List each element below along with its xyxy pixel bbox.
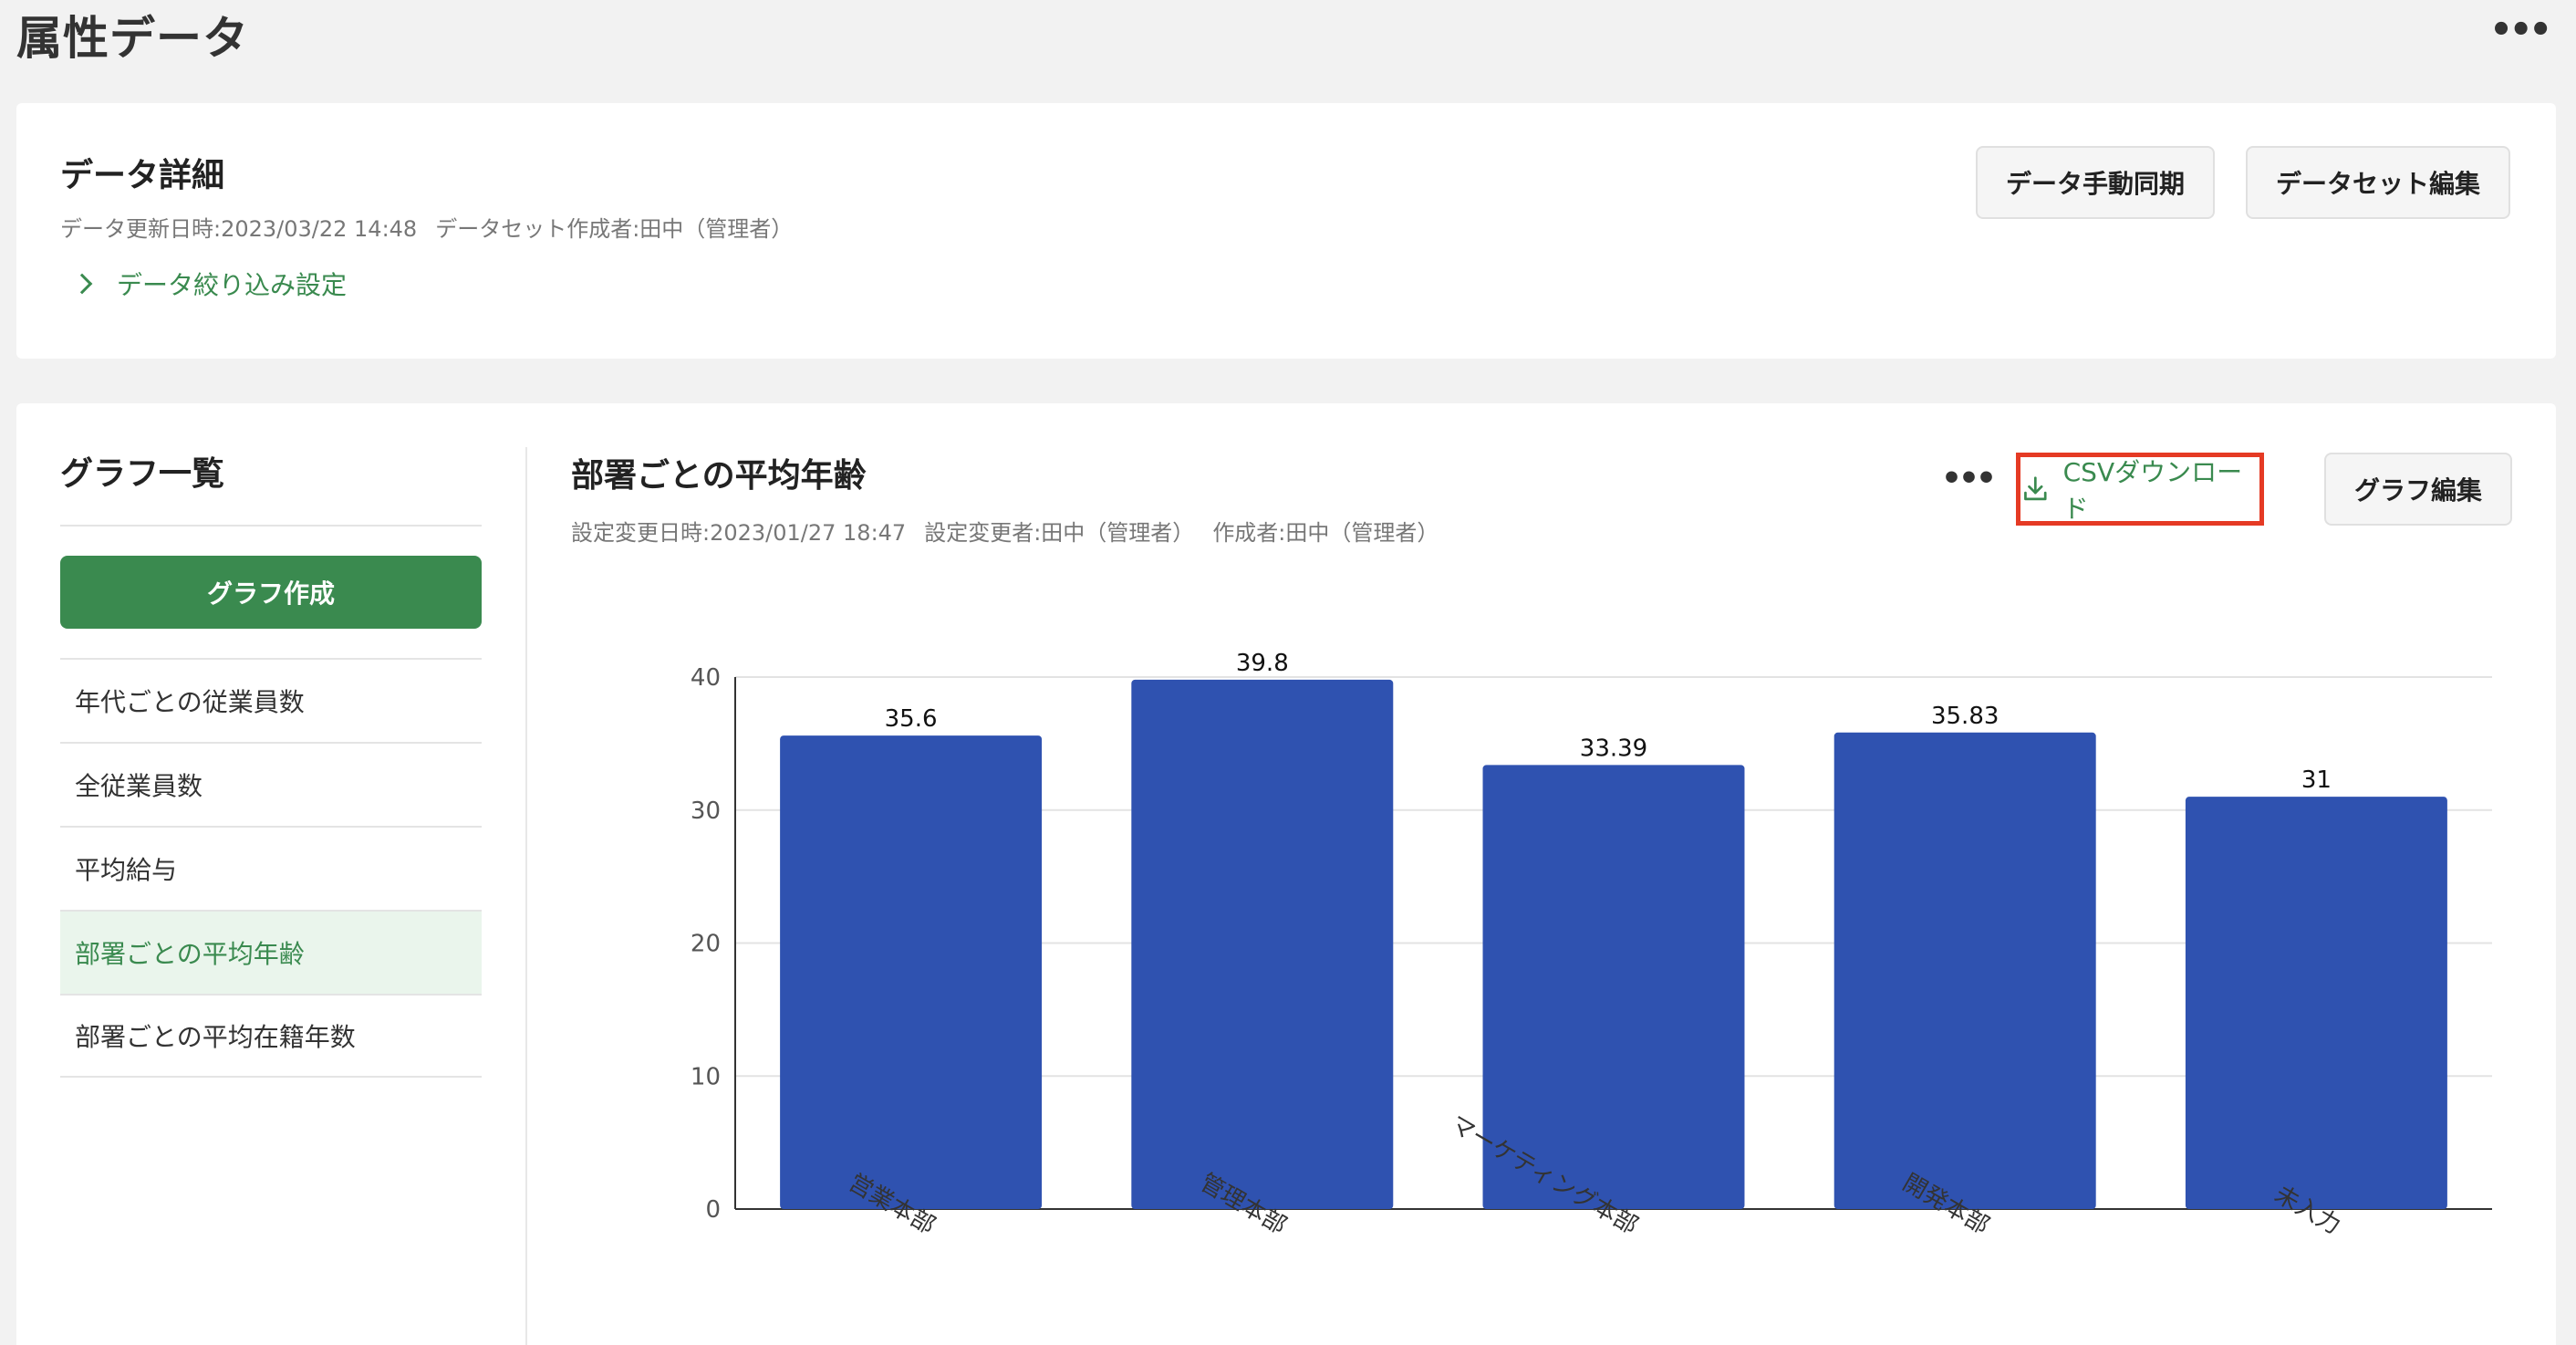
dataset-creator: データセット作成者:田中（管理者）: [435, 216, 794, 242]
csv-download-label: CSVダウンロード: [2062, 457, 2243, 524]
more-horizontal-icon[interactable]: •••: [1941, 460, 1997, 497]
data-filter-settings-link[interactable]: データ絞り込み設定: [71, 266, 348, 302]
data-label: 33.39: [1580, 735, 1647, 762]
graph-list-item[interactable]: 平均給与: [60, 826, 482, 910]
data-detail-card: データ詳細 データ更新日時:2023/03/22 14:48 データセット作成者:…: [16, 103, 2556, 359]
graph-list-item[interactable]: 全従業員数: [60, 742, 482, 826]
bar: [2185, 797, 2447, 1209]
data-filter-settings-label: データ絞り込み設定: [117, 270, 348, 300]
bar: [1833, 732, 2096, 1209]
data-label: 35.83: [1931, 703, 1999, 730]
data-label: 31: [2301, 766, 2332, 794]
data-detail-meta: データ更新日時:2023/03/22 14:48 データセット作成者:田中（管理者…: [60, 211, 793, 243]
graph-sidebar: グラフ一覧 グラフ作成 年代ごとの従業員数 全従業員数 平均給与 部署ごとの平均…: [60, 403, 482, 1345]
bar-chart: 01020304035.6営業本部39.8管理本部33.39マーケティング本部3…: [691, 650, 2492, 1240]
chart-title: 部署ごとの平均年齢: [571, 457, 867, 495]
create-graph-button[interactable]: グラフ作成: [60, 556, 482, 629]
graph-edit-button[interactable]: グラフ編集: [2324, 453, 2512, 526]
bar: [780, 735, 1043, 1209]
sidebar-divider: [60, 525, 482, 527]
graph-list-item[interactable]: 年代ごとの従業員数: [60, 658, 482, 742]
chart-meta: 設定変更日時:2023/01/27 18:47 設定変更者:田中（管理者） 作成者:…: [571, 515, 1439, 547]
dataset-edit-button[interactable]: データセット編集: [2246, 146, 2510, 219]
y-tick-label: 0: [705, 1196, 721, 1224]
page-title: 属性データ: [16, 12, 249, 65]
manual-sync-button[interactable]: データ手動同期: [1976, 146, 2215, 219]
page-more-icon[interactable]: •••: [2489, 12, 2552, 48]
graph-list: 年代ごとの従業員数 全従業員数 平均給与 部署ごとの平均年齢 部署ごとの平均在籍…: [60, 658, 482, 1078]
y-tick-label: 20: [691, 931, 721, 958]
download-icon: [2024, 476, 2047, 501]
graph-list-item-active[interactable]: 部署ごとの平均年齢: [60, 910, 482, 994]
bar: [1482, 765, 1745, 1209]
graph-list-item[interactable]: 部署ごとの平均在籍年数: [60, 994, 482, 1078]
data-updated-time: データ更新日時:2023/03/22 14:48: [60, 216, 418, 242]
y-tick-label: 10: [691, 1063, 721, 1090]
csv-download-button[interactable]: CSVダウンロード: [2016, 453, 2264, 526]
panel-divider: [525, 447, 527, 1345]
bar: [1131, 679, 1394, 1209]
chart-created-by: 作成者:田中（管理者）: [1212, 520, 1439, 546]
graph-card: グラフ一覧 グラフ作成 年代ごとの従業員数 全従業員数 平均給与 部署ごとの平均…: [16, 403, 2556, 1345]
y-tick-label: 30: [691, 798, 721, 825]
y-tick-label: 40: [691, 664, 721, 692]
settings-changed-time: 設定変更日時:2023/01/27 18:47: [571, 520, 907, 546]
data-detail-heading: データ詳細: [60, 157, 225, 194]
data-label: 35.6: [885, 705, 938, 733]
graph-list-title: グラフ一覧: [60, 455, 225, 493]
settings-changed-by: 設定変更者:田中（管理者）: [924, 520, 1195, 546]
data-label: 39.8: [1236, 650, 1289, 677]
chevron-right-icon: [71, 273, 93, 295]
